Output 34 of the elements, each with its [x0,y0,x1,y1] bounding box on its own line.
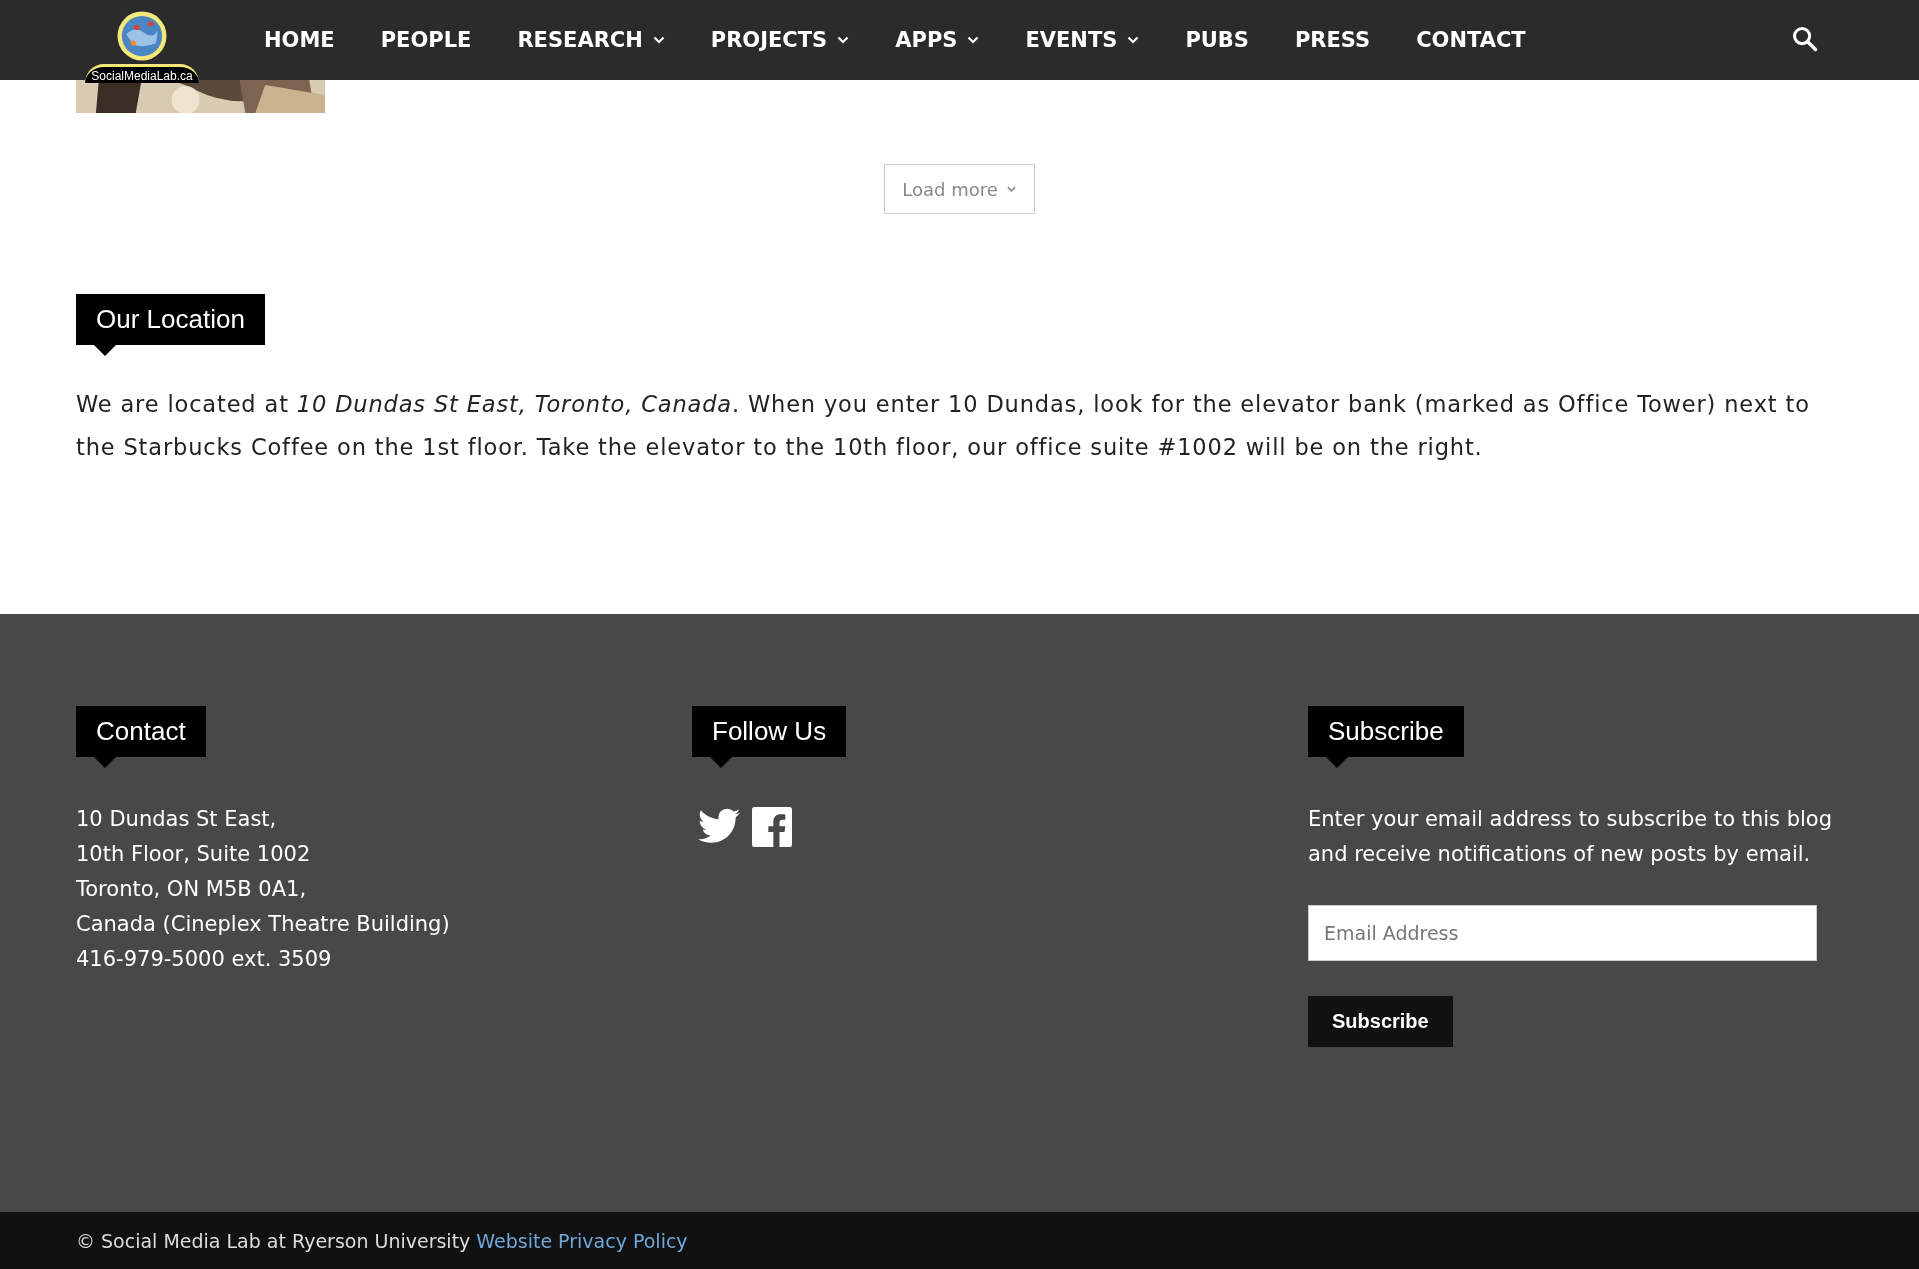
nav-link[interactable]: CONTACT [1393,28,1549,52]
section-heading: Contact [76,706,206,768]
search-icon[interactable] [1791,25,1819,53]
facebook-icon[interactable] [752,807,792,847]
nav-link[interactable]: PRESS [1271,28,1394,52]
nav-link[interactable]: PROJECTS [687,28,873,52]
section-heading: Follow Us [692,706,847,768]
subscribe-button[interactable]: Subscribe [1308,996,1453,1047]
nav-link[interactable]: RESEARCH [494,28,688,52]
privacy-policy-link[interactable]: Website Privacy Policy [476,1229,688,1252]
address-line: Canada (Cineplex Theatre Building) [76,911,450,938]
section-heading: Our Location [76,294,265,356]
email-field[interactable]: Email Address [1308,905,1817,961]
chevron-down-icon [652,36,665,44]
load-more-button[interactable]: Load more [884,164,1035,214]
address-line: 10 Dundas St East, [76,806,278,833]
nav-link[interactable]: APPS [872,28,1003,52]
nav-link[interactable]: PUBS [1162,28,1272,52]
chevron-down-icon [837,36,850,44]
site-logo[interactable]: SocialMediaLab.ca [82,8,202,83]
copyright-text: © Social Media Lab at Ryerson University [76,1229,471,1252]
section-heading: Subscribe [1308,706,1464,768]
address-line: 416-979-5000 ext. 3509 [76,946,333,973]
address-line: Toronto, ON M5B 0A1, [76,876,308,903]
nav-link[interactable]: PEOPLE [357,28,495,52]
address-line: 10th Floor, Suite 1002 [76,841,312,868]
nav-link[interactable]: HOME [264,28,358,52]
nav-link[interactable]: EVENTS [1002,28,1163,52]
chevron-down-icon [967,36,980,44]
location-text: We are located at 10 Dundas St East, Toronto, Canada. When you enter 10 Dundas, look for the elevator bank (marked as Office Tower) next to the Starbucks Coffee on the 1st floor. Take the elevator to the 10th floor, our office suite #1002 will be on the right. [76,390,1811,462]
bird-icon[interactable] [698,807,740,845]
subscribe-text: Enter your email address to subscribe to this blog and receive notifications of new posts by email. [1308,806,1833,868]
chevron-down-icon [1127,36,1140,44]
chevron-down-icon [1005,185,1017,193]
